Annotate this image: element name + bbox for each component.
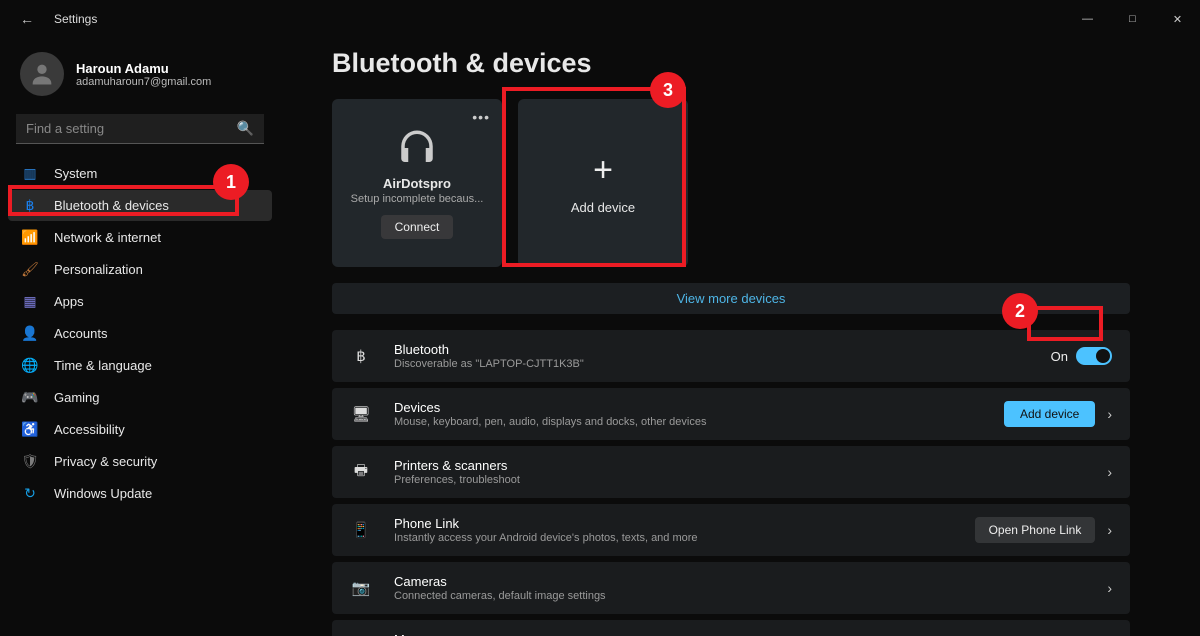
- nav-system[interactable]: ▥ System: [8, 158, 272, 189]
- nav-label: Network & internet: [54, 230, 161, 245]
- row-mouse[interactable]: 🖱 Mouse Buttons, mouse pointer speed, sc…: [332, 620, 1130, 636]
- device-tile-airdotspro[interactable]: ••• AirDotspro Setup incomplete becaus..…: [332, 99, 502, 267]
- row-devices[interactable]: 🖥 Devices Mouse, keyboard, pen, audio, d…: [332, 388, 1130, 440]
- toggle-label: On: [1051, 349, 1068, 364]
- window-title: Settings: [54, 12, 97, 26]
- more-icon[interactable]: •••: [472, 109, 490, 125]
- add-device-label: Add device: [571, 200, 635, 215]
- nav-label: Windows Update: [54, 486, 152, 501]
- search-icon: 🔍: [237, 120, 254, 137]
- chevron-right-icon: ›: [1107, 464, 1112, 480]
- camera-icon: 📷: [350, 579, 372, 597]
- profile-block[interactable]: Haroun Adamu adamuharoun7@gmail.com: [8, 44, 272, 114]
- display-icon: ▥: [20, 165, 40, 182]
- nav-accounts[interactable]: 👤 Accounts: [8, 318, 272, 349]
- row-cameras[interactable]: 📷 Cameras Connected cameras, default ima…: [332, 562, 1130, 614]
- nav-network[interactable]: 📶 Network & internet: [8, 222, 272, 253]
- nav-time-language[interactable]: 🌐 Time & language: [8, 350, 272, 381]
- bluetooth-icon: ฿: [350, 347, 372, 365]
- bluetooth-toggle[interactable]: [1076, 347, 1112, 365]
- row-subtitle: Instantly access your Android device's p…: [394, 532, 975, 544]
- titlebar: ← Settings — □ ✕: [0, 0, 1200, 38]
- chevron-right-icon: ›: [1107, 522, 1112, 538]
- nav-personalization[interactable]: 🖌 Personalization: [8, 254, 272, 285]
- main: Bluetooth & devices ••• AirDotspro Setup…: [280, 38, 1200, 636]
- device-subtitle: Setup incomplete becaus...: [345, 193, 490, 205]
- row-bluetooth: ฿ Bluetooth Discoverable as "LAPTOP-CJTT…: [332, 330, 1130, 382]
- nav-label: Privacy & security: [54, 454, 157, 469]
- headphones-icon: [396, 127, 438, 172]
- row-title: Printers & scanners: [394, 458, 1095, 473]
- nav-label: Bluetooth & devices: [54, 198, 169, 213]
- row-title: Cameras: [394, 574, 1095, 589]
- nav-label: Gaming: [54, 390, 100, 405]
- device-name: AirDotspro: [383, 176, 451, 191]
- row-subtitle: Preferences, troubleshoot: [394, 474, 1095, 486]
- plus-icon: +: [593, 151, 613, 190]
- add-device-tile[interactable]: + Add device: [518, 99, 688, 267]
- devices-icon: 🖥: [350, 405, 372, 423]
- printer-icon: 🖶: [350, 460, 372, 485]
- globe-icon: 🌐: [20, 357, 40, 374]
- back-button[interactable]: ←: [14, 7, 40, 31]
- shield-icon: 🛡: [20, 453, 40, 470]
- row-printers[interactable]: 🖶 Printers & scanners Preferences, troub…: [332, 446, 1130, 498]
- nav-label: Accessibility: [54, 422, 125, 437]
- row-title: Bluetooth: [394, 342, 1051, 357]
- add-device-button[interactable]: Add device: [1004, 401, 1095, 427]
- nav-privacy[interactable]: 🛡 Privacy & security: [8, 446, 272, 477]
- nav-gaming[interactable]: 🎮 Gaming: [8, 382, 272, 413]
- gamepad-icon: 🎮: [20, 389, 40, 406]
- accessibility-icon: ♿: [20, 421, 40, 438]
- row-phone-link[interactable]: 📱 Phone Link Instantly access your Andro…: [332, 504, 1130, 556]
- chevron-right-icon: ›: [1107, 406, 1112, 422]
- nav-apps[interactable]: ▦ Apps: [8, 286, 272, 317]
- phone-icon: 📱: [350, 521, 372, 539]
- wifi-icon: 📶: [20, 229, 40, 246]
- brush-icon: 🖌: [20, 261, 40, 278]
- maximize-button[interactable]: □: [1110, 4, 1155, 34]
- bluetooth-icon: ฿: [20, 197, 40, 214]
- minimize-button[interactable]: —: [1065, 4, 1110, 34]
- nav-label: System: [54, 166, 97, 181]
- close-button[interactable]: ✕: [1155, 4, 1200, 34]
- open-phone-link-button[interactable]: Open Phone Link: [975, 517, 1096, 543]
- row-subtitle: Connected cameras, default image setting…: [394, 590, 1095, 602]
- nav-label: Personalization: [54, 262, 143, 277]
- nav-label: Time & language: [54, 358, 152, 373]
- connect-button[interactable]: Connect: [381, 215, 454, 239]
- nav-accessibility[interactable]: ♿ Accessibility: [8, 414, 272, 445]
- search-box[interactable]: 🔍: [16, 114, 264, 144]
- row-subtitle: Mouse, keyboard, pen, audio, displays an…: [394, 416, 1004, 428]
- row-subtitle: Discoverable as "LAPTOP-CJTT1K3B": [394, 358, 1051, 370]
- nav-windows-update[interactable]: ↻ Windows Update: [8, 478, 272, 509]
- profile-email: adamuharoun7@gmail.com: [76, 76, 211, 88]
- row-title: Phone Link: [394, 516, 975, 531]
- nav-bluetooth-devices[interactable]: ฿ Bluetooth & devices: [8, 190, 272, 221]
- row-title: Devices: [394, 400, 1004, 415]
- sidebar: Haroun Adamu adamuharoun7@gmail.com 🔍 ▥ S…: [0, 38, 280, 636]
- person-icon: 👤: [20, 325, 40, 342]
- search-input[interactable]: [26, 121, 237, 136]
- grid-icon: ▦: [20, 293, 40, 310]
- nav-label: Apps: [54, 294, 84, 309]
- row-title: Mouse: [394, 632, 1095, 636]
- chevron-right-icon: ›: [1107, 580, 1112, 596]
- nav-label: Accounts: [54, 326, 107, 341]
- nav: ▥ System ฿ Bluetooth & devices 📶 Network & …: [8, 158, 272, 509]
- refresh-icon: ↻: [20, 485, 40, 502]
- profile-name: Haroun Adamu: [76, 61, 211, 76]
- avatar: [20, 52, 64, 96]
- page-title: Bluetooth & devices: [332, 48, 1130, 79]
- view-more-devices[interactable]: View more devices: [332, 283, 1130, 314]
